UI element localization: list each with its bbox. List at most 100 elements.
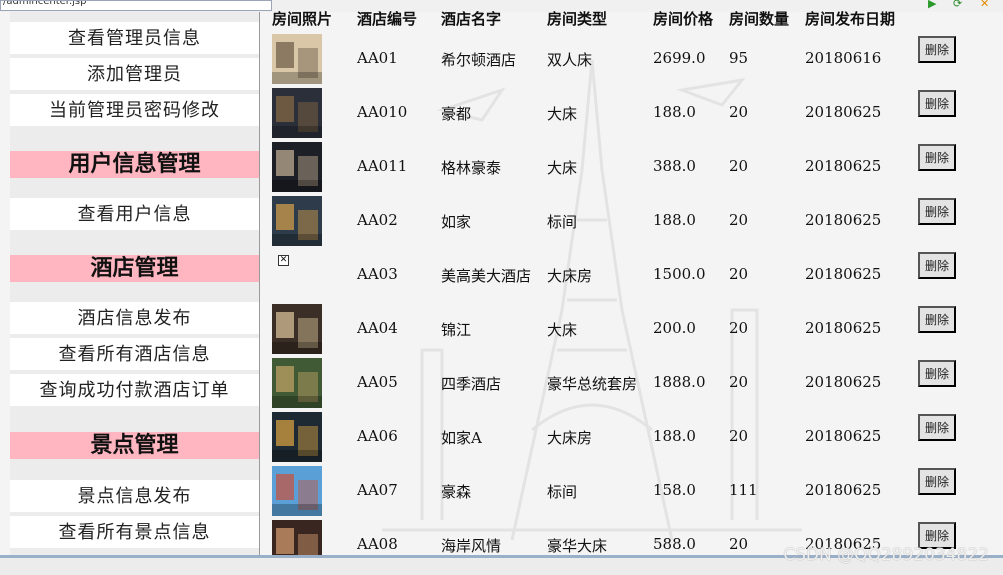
room-type-cell: 豪华总统套房 <box>547 375 638 393</box>
hotel-name-cell: 四季酒店 <box>441 375 502 393</box>
table-row: AA06 如家A 大床房 188.0 20 20180625 删除 <box>262 411 1003 465</box>
delete-button[interactable]: 删除 <box>918 144 956 171</box>
hotel-name-cell: 如家 <box>441 213 472 231</box>
delete-button[interactable]: 删除 <box>918 252 956 279</box>
room-price-cell: 1888.0 <box>653 373 706 391</box>
column-header-hotel-id: 酒店编号 <box>357 10 418 28</box>
room-type-cell: 大床 <box>547 159 578 177</box>
hotel-id-cell: AA011 <box>357 157 408 175</box>
publish-date-cell: 20180625 <box>805 211 882 229</box>
hotel-name-cell: 海岸风情 <box>441 537 502 555</box>
address-bar[interactable]: /admincenter.jsp <box>0 0 272 11</box>
room-count-cell: 95 <box>729 49 749 67</box>
room-type-cell: 大床房 <box>547 267 593 285</box>
room-price-cell: 200.0 <box>653 319 696 337</box>
column-header-room-count: 房间数量 <box>729 10 790 28</box>
sidebar-item-view-hotels[interactable]: 查看所有酒店信息 <box>10 338 259 372</box>
room-photo <box>272 196 322 246</box>
room-photo <box>272 466 322 516</box>
column-header-publish-date: 房间发布日期 <box>805 10 896 28</box>
publish-date-cell: 20180625 <box>805 103 882 121</box>
room-price-cell: 188.0 <box>653 427 696 445</box>
delete-button[interactable]: 删除 <box>918 36 956 63</box>
hotel-id-cell: AA07 <box>357 481 398 499</box>
delete-button[interactable]: 删除 <box>918 198 956 225</box>
publish-date-cell: 20180625 <box>805 427 882 445</box>
room-photo <box>272 412 322 462</box>
sidebar-item-view-attractions[interactable]: 查看所有景点信息 <box>10 516 259 550</box>
delete-button[interactable]: 删除 <box>918 468 956 495</box>
publish-date-cell: 20180625 <box>805 265 882 283</box>
table-row: AA02 如家 标间 188.0 20 20180625 删除 <box>262 195 1003 249</box>
table-row: AA07 豪森 标间 158.0 111 20180625 删除 <box>262 465 1003 519</box>
sidebar-item-view-admins[interactable]: 查看管理员信息 <box>10 22 259 56</box>
room-count-cell: 20 <box>729 103 749 121</box>
hotel-table: 房间照片 酒店编号 酒店名字 房间类型 房间价格 房间数量 房间发布日期 AA0… <box>262 0 1003 555</box>
room-type-cell: 标间 <box>547 213 578 231</box>
room-count-cell: 20 <box>729 427 749 445</box>
table-row: AA011 格林豪泰 大床 388.0 20 20180625 删除 <box>262 141 1003 195</box>
room-count-cell: 20 <box>729 211 749 229</box>
hotel-id-cell: AA08 <box>357 535 398 553</box>
room-type-cell: 大床 <box>547 321 578 339</box>
column-header-room-price: 房间价格 <box>653 10 714 28</box>
publish-date-cell: 20180625 <box>805 319 882 337</box>
room-type-cell: 双人床 <box>547 51 593 69</box>
delete-button[interactable]: 删除 <box>918 414 956 441</box>
room-type-cell: 标间 <box>547 483 578 501</box>
table-row: AA05 四季酒店 豪华总统套房 1888.0 20 20180625 删除 <box>262 357 1003 411</box>
column-header-photo: 房间照片 <box>272 10 333 28</box>
publish-date-cell: 20180616 <box>805 49 882 67</box>
publish-date-cell: 20180625 <box>805 157 882 175</box>
room-photo <box>272 34 322 84</box>
delete-button[interactable]: 删除 <box>918 90 956 117</box>
table-row: AA010 豪都 大床 188.0 20 20180625 删除 <box>262 87 1003 141</box>
publish-date-cell: 20180625 <box>805 373 882 391</box>
hotel-id-cell: AA010 <box>357 103 408 121</box>
hotel-name-cell: 如家A <box>441 429 482 447</box>
sidebar-item-publish-hotel[interactable]: 酒店信息发布 <box>10 302 259 336</box>
room-photo <box>272 142 322 192</box>
sidebar-item-add-admin[interactable]: 添加管理员 <box>10 58 259 92</box>
column-header-hotel-name: 酒店名字 <box>441 10 502 28</box>
room-type-cell: 豪华大床 <box>547 537 608 555</box>
hotel-id-cell: AA04 <box>357 319 398 337</box>
hotel-name-cell: 豪森 <box>441 483 472 501</box>
sidebar-item-view-users[interactable]: 查看用户信息 <box>10 198 259 232</box>
hotel-id-cell: AA03 <box>357 265 398 283</box>
hotel-id-cell: AA02 <box>357 211 398 229</box>
table-row: AA04 锦江 大床 200.0 20 20180625 删除 <box>262 303 1003 357</box>
hotel-id-cell: AA01 <box>357 49 398 67</box>
room-type-cell: 大床 <box>547 105 578 123</box>
room-count-cell: 20 <box>729 535 749 553</box>
table-row: ✕ AA03 美高美大酒店 大床房 1500.0 20 20180625 删除 <box>262 249 1003 303</box>
publish-date-cell: 20180625 <box>805 481 882 499</box>
delete-button[interactable]: 删除 <box>918 306 956 333</box>
room-photo <box>272 520 322 555</box>
hotel-name-cell: 锦江 <box>441 321 472 339</box>
sidebar: 查看管理员信息 添加管理员 当前管理员密码修改 用户信息管理 查看用户信息 酒店… <box>10 12 260 555</box>
delete-button[interactable]: 删除 <box>918 360 956 387</box>
room-price-cell: 2699.0 <box>653 49 706 67</box>
hotel-id-cell: AA06 <box>357 427 398 445</box>
room-price-cell: 588.0 <box>653 535 696 553</box>
room-count-cell: 20 <box>729 319 749 337</box>
sidebar-item-change-password[interactable]: 当前管理员密码修改 <box>10 94 259 128</box>
hotel-name-cell: 格林豪泰 <box>441 159 502 177</box>
room-price-cell: 388.0 <box>653 157 696 175</box>
sidebar-item-paid-hotel-orders[interactable]: 查询成功付款酒店订单 <box>10 374 259 408</box>
room-count-cell: 20 <box>729 157 749 175</box>
room-photo <box>272 358 322 408</box>
room-price-cell: 1500.0 <box>653 265 706 283</box>
section-header-user-management: 用户信息管理 <box>10 151 259 178</box>
column-header-room-type: 房间类型 <box>547 10 608 28</box>
room-photo <box>272 88 322 138</box>
hotel-name-cell: 美高美大酒店 <box>441 267 532 285</box>
room-count-cell: 20 <box>729 265 749 283</box>
sidebar-item-publish-attraction[interactable]: 景点信息发布 <box>10 480 259 514</box>
room-price-cell: 188.0 <box>653 211 696 229</box>
room-photo <box>272 304 322 354</box>
section-header-attraction-management: 景点管理 <box>10 432 259 459</box>
room-price-cell: 188.0 <box>653 103 696 121</box>
csdn-watermark: CSDN @QQ2892034822 <box>783 545 989 565</box>
